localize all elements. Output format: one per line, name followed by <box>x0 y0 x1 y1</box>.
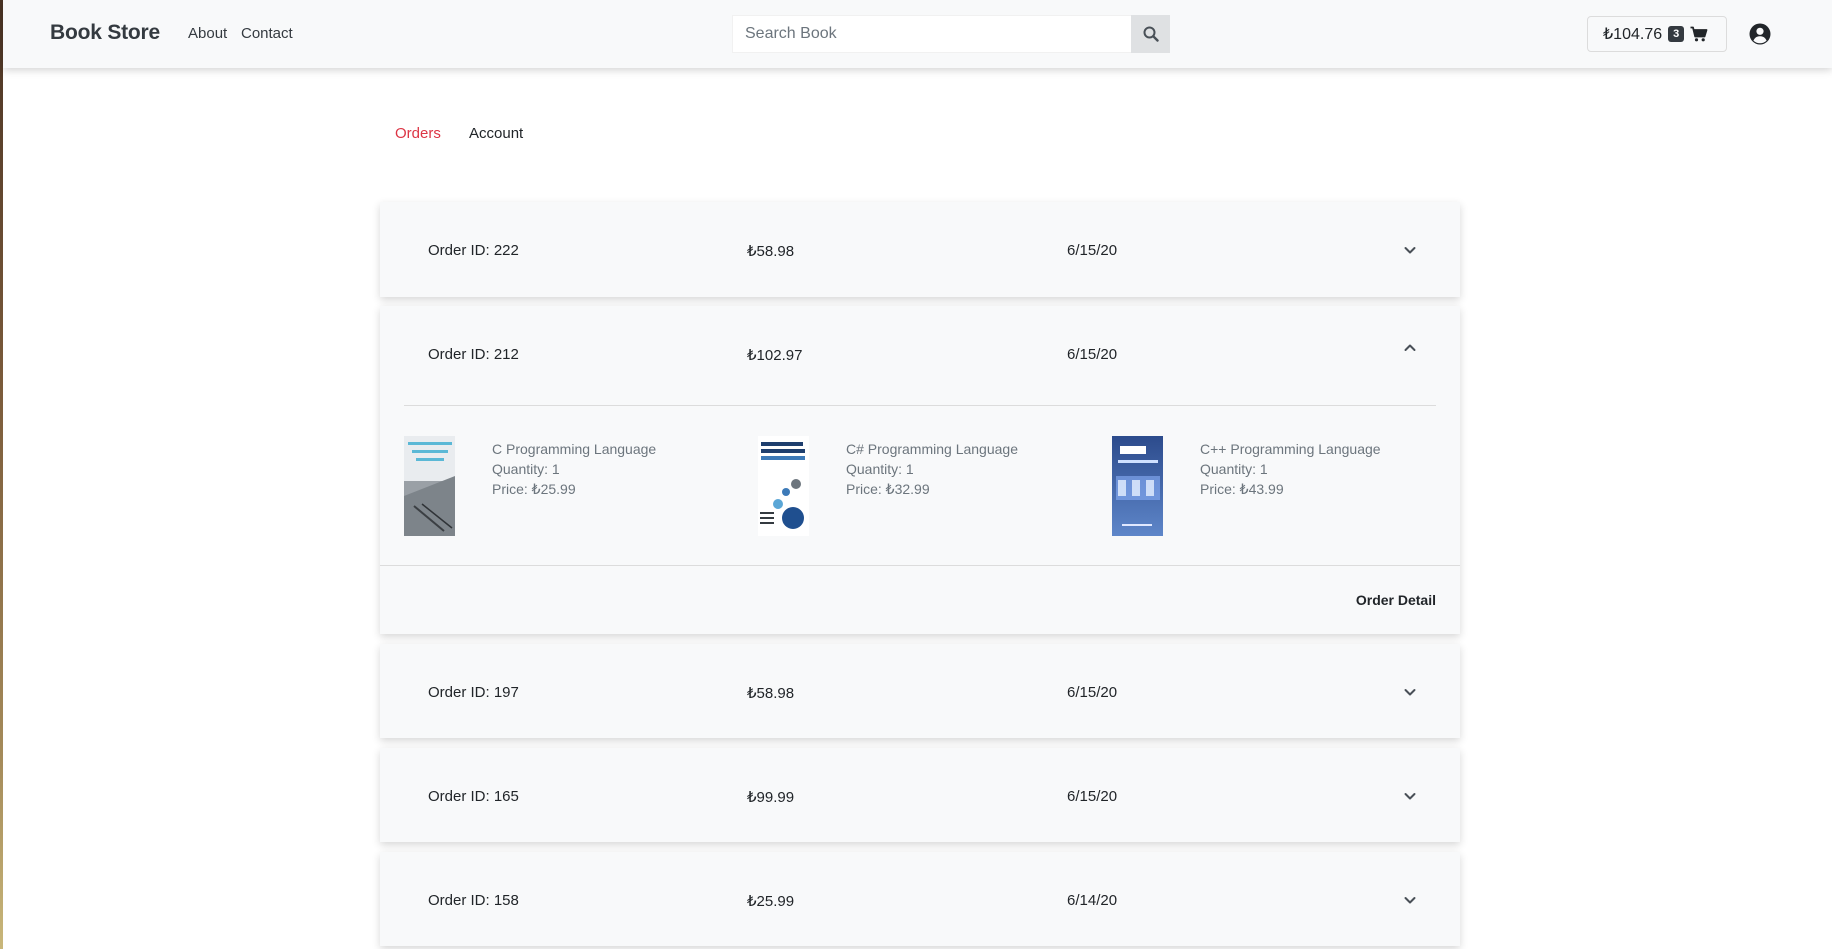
item-price: Price: ₺25.99 <box>492 481 576 497</box>
order-item: C Programming Language Quantity: 1 Price… <box>404 436 744 536</box>
navbar: Book Store About Contact ₺104.76 3 <box>3 0 1832 68</box>
order-header[interactable]: Order ID: 165 ₺99.99 6/15/20 <box>380 748 1460 844</box>
tab-account[interactable]: Account <box>469 125 523 142</box>
order-card: Order ID: 158 ₺25.99 6/14/20 <box>380 852 1460 946</box>
order-card: Order ID: 165 ₺99.99 6/15/20 <box>380 748 1460 842</box>
item-title[interactable]: C# Programming Language <box>846 439 1018 459</box>
item-quantity: Quantity: 1 <box>492 461 560 477</box>
order-total: ₺58.98 <box>747 243 795 260</box>
chevron-up-icon[interactable] <box>1402 340 1418 356</box>
order-detail-button[interactable]: Order Detail <box>1356 592 1436 608</box>
item-price: Price: ₺43.99 <box>1200 481 1284 497</box>
order-header[interactable]: Order ID: 158 ₺25.99 6/14/20 <box>380 852 1460 948</box>
chevron-down-icon[interactable] <box>1402 892 1418 908</box>
book-cover-csharp[interactable] <box>758 436 809 536</box>
user-circle-icon <box>1749 23 1771 45</box>
order-header[interactable]: Order ID: 222 ₺58.98 6/15/20 <box>380 202 1460 298</box>
search-bar <box>732 15 1170 53</box>
item-title[interactable]: C Programming Language <box>492 439 656 459</box>
order-id: Order ID: 222 <box>428 242 519 259</box>
chevron-down-icon[interactable] <box>1402 788 1418 804</box>
window-edge <box>0 0 3 949</box>
order-card-expanded: Order ID: 212 ₺102.97 6/15/20 C Programm… <box>380 306 1460 634</box>
item-quantity: Quantity: 1 <box>846 461 914 477</box>
tab-orders[interactable]: Orders <box>395 125 441 142</box>
order-total: ₺99.99 <box>747 789 795 806</box>
order-items: C Programming Language Quantity: 1 Price… <box>404 436 1436 546</box>
order-item: C# Programming Language Quantity: 1 Pric… <box>758 436 1098 536</box>
order-date: 6/14/20 <box>1067 892 1118 909</box>
order-id: Order ID: 165 <box>428 788 519 805</box>
order-date: 6/15/20 <box>1067 788 1118 805</box>
order-total: ₺25.99 <box>747 893 795 910</box>
order-total: ₺102.97 <box>747 347 803 364</box>
item-price: Price: ₺32.99 <box>846 481 930 497</box>
cart-count-badge: 3 <box>1668 26 1685 42</box>
search-icon <box>1143 26 1159 42</box>
order-item: C++ Programming Language Quantity: 1 Pri… <box>1112 436 1452 536</box>
book-cover-c[interactable] <box>404 436 455 536</box>
search-button[interactable] <box>1131 15 1170 53</box>
item-info: C# Programming Language Quantity: 1 Pric… <box>846 439 1018 499</box>
order-footer: Order Detail <box>380 565 1460 634</box>
book-cover-cpp[interactable] <box>1112 436 1163 536</box>
order-date: 6/15/20 <box>1067 346 1118 363</box>
user-account-button[interactable] <box>1748 22 1772 46</box>
order-total: ₺58.98 <box>747 685 795 702</box>
divider <box>404 405 1436 406</box>
chevron-down-icon[interactable] <box>1402 242 1418 258</box>
item-info: C++ Programming Language Quantity: 1 Pri… <box>1200 439 1381 499</box>
order-card: Order ID: 222 ₺58.98 6/15/20 <box>380 202 1460 297</box>
item-quantity: Quantity: 1 <box>1200 461 1268 477</box>
order-header[interactable]: Order ID: 212 ₺102.97 6/15/20 <box>380 306 1460 402</box>
nav-link-contact[interactable]: Contact <box>241 25 293 42</box>
cart-total: ₺104.76 <box>1603 26 1663 43</box>
item-title[interactable]: C++ Programming Language <box>1200 439 1381 459</box>
order-id: Order ID: 212 <box>428 346 519 363</box>
order-card: Order ID: 197 ₺58.98 6/15/20 <box>380 644 1460 738</box>
nav-link-about[interactable]: About <box>188 25 227 42</box>
order-id: Order ID: 158 <box>428 892 519 909</box>
brand-logo[interactable]: Book Store <box>50 21 160 45</box>
order-date: 6/15/20 <box>1067 242 1118 259</box>
order-id: Order ID: 197 <box>428 684 519 701</box>
chevron-down-icon[interactable] <box>1402 684 1418 700</box>
item-info: C Programming Language Quantity: 1 Price… <box>492 439 656 499</box>
cart-icon <box>1690 26 1708 42</box>
order-date: 6/15/20 <box>1067 684 1118 701</box>
cart-button[interactable]: ₺104.76 3 <box>1587 16 1727 52</box>
search-input[interactable] <box>732 15 1131 53</box>
order-header[interactable]: Order ID: 197 ₺58.98 6/15/20 <box>380 644 1460 740</box>
